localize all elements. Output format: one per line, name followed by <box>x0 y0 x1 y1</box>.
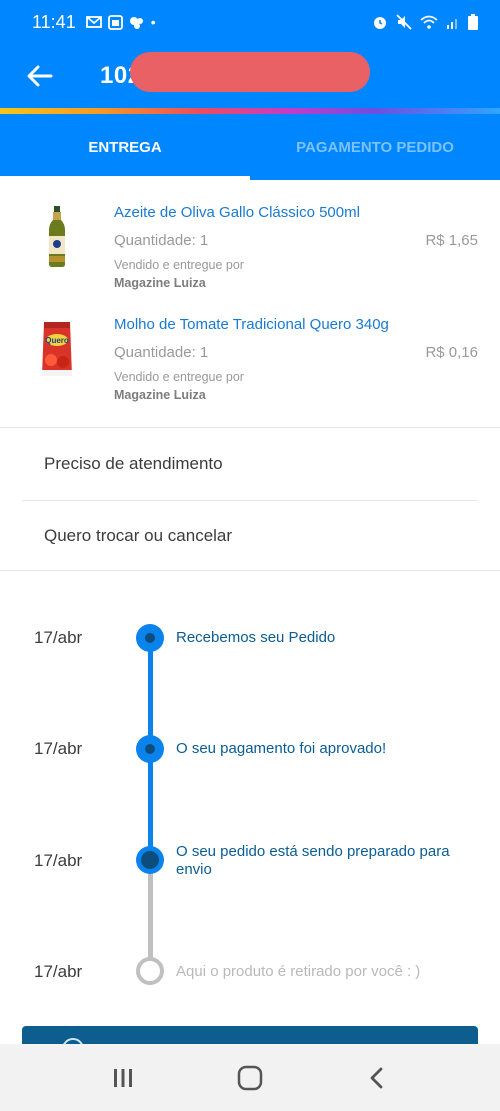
svg-text:Quero: Quero <box>45 336 69 345</box>
signal-icon <box>447 19 457 29</box>
home-button[interactable] <box>220 1053 280 1103</box>
order-number-title: 102 <box>100 52 370 92</box>
product-price: R$ 0,16 <box>425 344 478 361</box>
order-details-screen: 11:41 • 102 ENTREGA PAGAMENTO PEDIDO Aze… <box>0 0 500 1111</box>
product-quantity: Quantidade: 1 <box>114 232 209 249</box>
seller-name: Magazine Luiza <box>114 276 206 290</box>
notification-icons: • <box>85 14 156 30</box>
order-timeline: 17/abr Recebemos seu Pedido 17/abr O seu… <box>0 570 500 1050</box>
timeline-step-text: O seu pagamento foi aprovado! <box>176 740 387 757</box>
exchange-cancel-item[interactable]: Quero trocar ou cancelar <box>0 501 500 571</box>
recent-apps-button[interactable] <box>93 1053 153 1103</box>
wifi-icon <box>420 15 438 29</box>
product-price: R$ 1,65 <box>425 232 478 249</box>
timeline-date: 17/abr <box>34 739 83 758</box>
recent-apps-icon <box>114 1068 133 1087</box>
chevron-left-icon <box>370 1067 383 1088</box>
more-notifications-dot: • <box>150 14 156 30</box>
order-tabs: ENTREGA PAGAMENTO PEDIDO <box>0 114 500 180</box>
sold-by-label: Vendido e entregue por <box>114 370 244 384</box>
timeline-step-current-dot <box>136 846 164 874</box>
system-icons <box>372 14 478 30</box>
timeline-date: 17/abr <box>34 962 83 981</box>
seller-name: Magazine Luiza <box>114 388 206 402</box>
battery-icon <box>468 14 478 30</box>
back-button[interactable] <box>0 44 80 108</box>
sold-by-label: Vendido e entregue por <box>114 258 244 272</box>
divider <box>0 427 500 428</box>
timeline-step-done-dot <box>136 735 164 763</box>
tab-entrega[interactable]: ENTREGA <box>0 114 250 180</box>
product-quantity: Quantidade: 1 <box>114 344 209 361</box>
product-name[interactable]: Molho de Tomate Tradicional Quero 340g <box>114 316 389 333</box>
list-item[interactable]: Azeite de Oliva Gallo Clássico 500ml Qua… <box>0 180 500 292</box>
product-name[interactable]: Azeite de Oliva Gallo Clássico 500ml <box>114 204 360 221</box>
timeline-step-text: O seu pedido está sendo preparado para e… <box>176 843 450 878</box>
status-time: 11:41 <box>32 11 76 32</box>
tab-pagamento-pedido[interactable]: PAGAMENTO PEDIDO <box>250 114 500 180</box>
status-bar: 11:41 • <box>0 0 500 44</box>
mute-icon <box>396 14 412 30</box>
home-icon <box>237 1065 263 1090</box>
timeline-step-done-dot <box>136 624 164 652</box>
photos-icon <box>129 16 143 29</box>
help-request-item[interactable]: Preciso de atendimento <box>0 429 500 499</box>
gmail-icon <box>85 16 102 28</box>
timeline-step-text: Aqui o produto é retirado por você : ) <box>176 963 421 980</box>
calendar-icon <box>107 14 123 30</box>
timeline-line-pending <box>148 860 153 970</box>
olive-oil-bottle-image <box>49 206 65 267</box>
alarm-icon <box>374 17 386 29</box>
tomato-sauce-pouch-image: Quero <box>42 322 72 376</box>
timeline-date: 17/abr <box>34 628 83 647</box>
system-navigation-bar <box>0 1044 500 1111</box>
arrow-back-icon <box>27 65 53 87</box>
redaction-mark <box>130 52 370 92</box>
timeline-date: 17/abr <box>34 851 83 870</box>
timeline-step-text: Recebemos seu Pedido <box>176 629 336 646</box>
product-list: Azeite de Oliva Gallo Clássico 500ml Qua… <box>0 180 500 404</box>
timeline-step-pending-dot <box>136 957 164 985</box>
app-bar: 102 <box>0 44 500 108</box>
list-item[interactable]: Quero Molho de Tomate Tradicional Quero … <box>0 292 500 404</box>
back-nav-button[interactable] <box>347 1053 407 1103</box>
